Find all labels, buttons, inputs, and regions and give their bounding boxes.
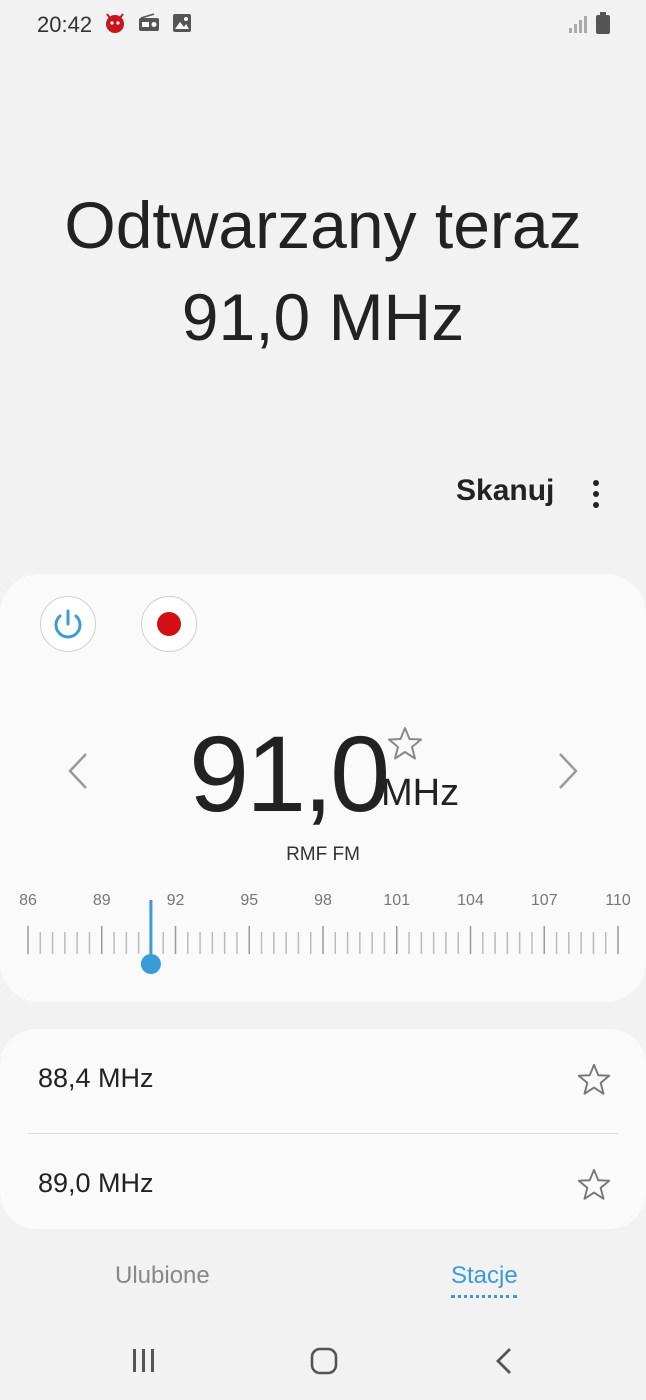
favorite-star-icon[interactable] [575,1166,613,1204]
record-button[interactable] [141,596,197,652]
navigation-bar [0,1330,646,1400]
chevron-right-icon [559,753,578,789]
previous-station-button[interactable] [64,750,94,792]
back-icon[interactable] [494,1347,516,1380]
record-icon [157,612,181,636]
now-playing-label: Odtwarzany teraz [64,188,582,262]
home-icon[interactable] [310,1347,338,1380]
antutu-icon [104,12,126,39]
now-playing-frequency: 91,0 MHz [181,280,465,354]
active-tab-indicator [451,1295,517,1298]
favorite-star-icon[interactable] [385,724,425,764]
tab-favorites[interactable]: Ulubione [115,1262,210,1290]
more-options-icon[interactable] [584,474,610,514]
list-item[interactable]: 89,0 MHz [0,1134,646,1234]
status-time: 20:42 [37,12,93,37]
image-icon [172,13,192,38]
favorite-star-icon[interactable] [575,1061,613,1099]
tab-stations[interactable]: Stacje [451,1262,518,1290]
recent-apps-icon[interactable] [130,1348,158,1379]
signal-icon [568,14,588,39]
power-icon [54,609,82,639]
power-button[interactable] [40,596,96,652]
station-frequency: 88,4 MHz [38,1063,154,1093]
chevron-left-icon [68,753,87,789]
current-frequency: 91,0 [189,713,390,834]
tuner-handle[interactable] [140,954,161,974]
station-list: 88,4 MHz 89,0 MHz [0,1029,646,1229]
battery-icon [596,12,610,39]
frequency-scale[interactable] [0,892,646,982]
next-station-button[interactable] [552,750,582,792]
station-name: RMF FM [286,844,360,865]
list-item[interactable]: 88,4 MHz [0,1029,646,1129]
frequency-unit: MHz [381,772,460,814]
tuner-card: 91,0 MHz RMF FM 86 89 92 95 98 101 104 107 110 [0,574,646,1002]
scan-button[interactable]: Skanuj [456,474,554,508]
radio-icon [138,13,160,38]
status-bar: 20:42 [0,0,646,50]
station-frequency: 89,0 MHz [38,1168,154,1198]
